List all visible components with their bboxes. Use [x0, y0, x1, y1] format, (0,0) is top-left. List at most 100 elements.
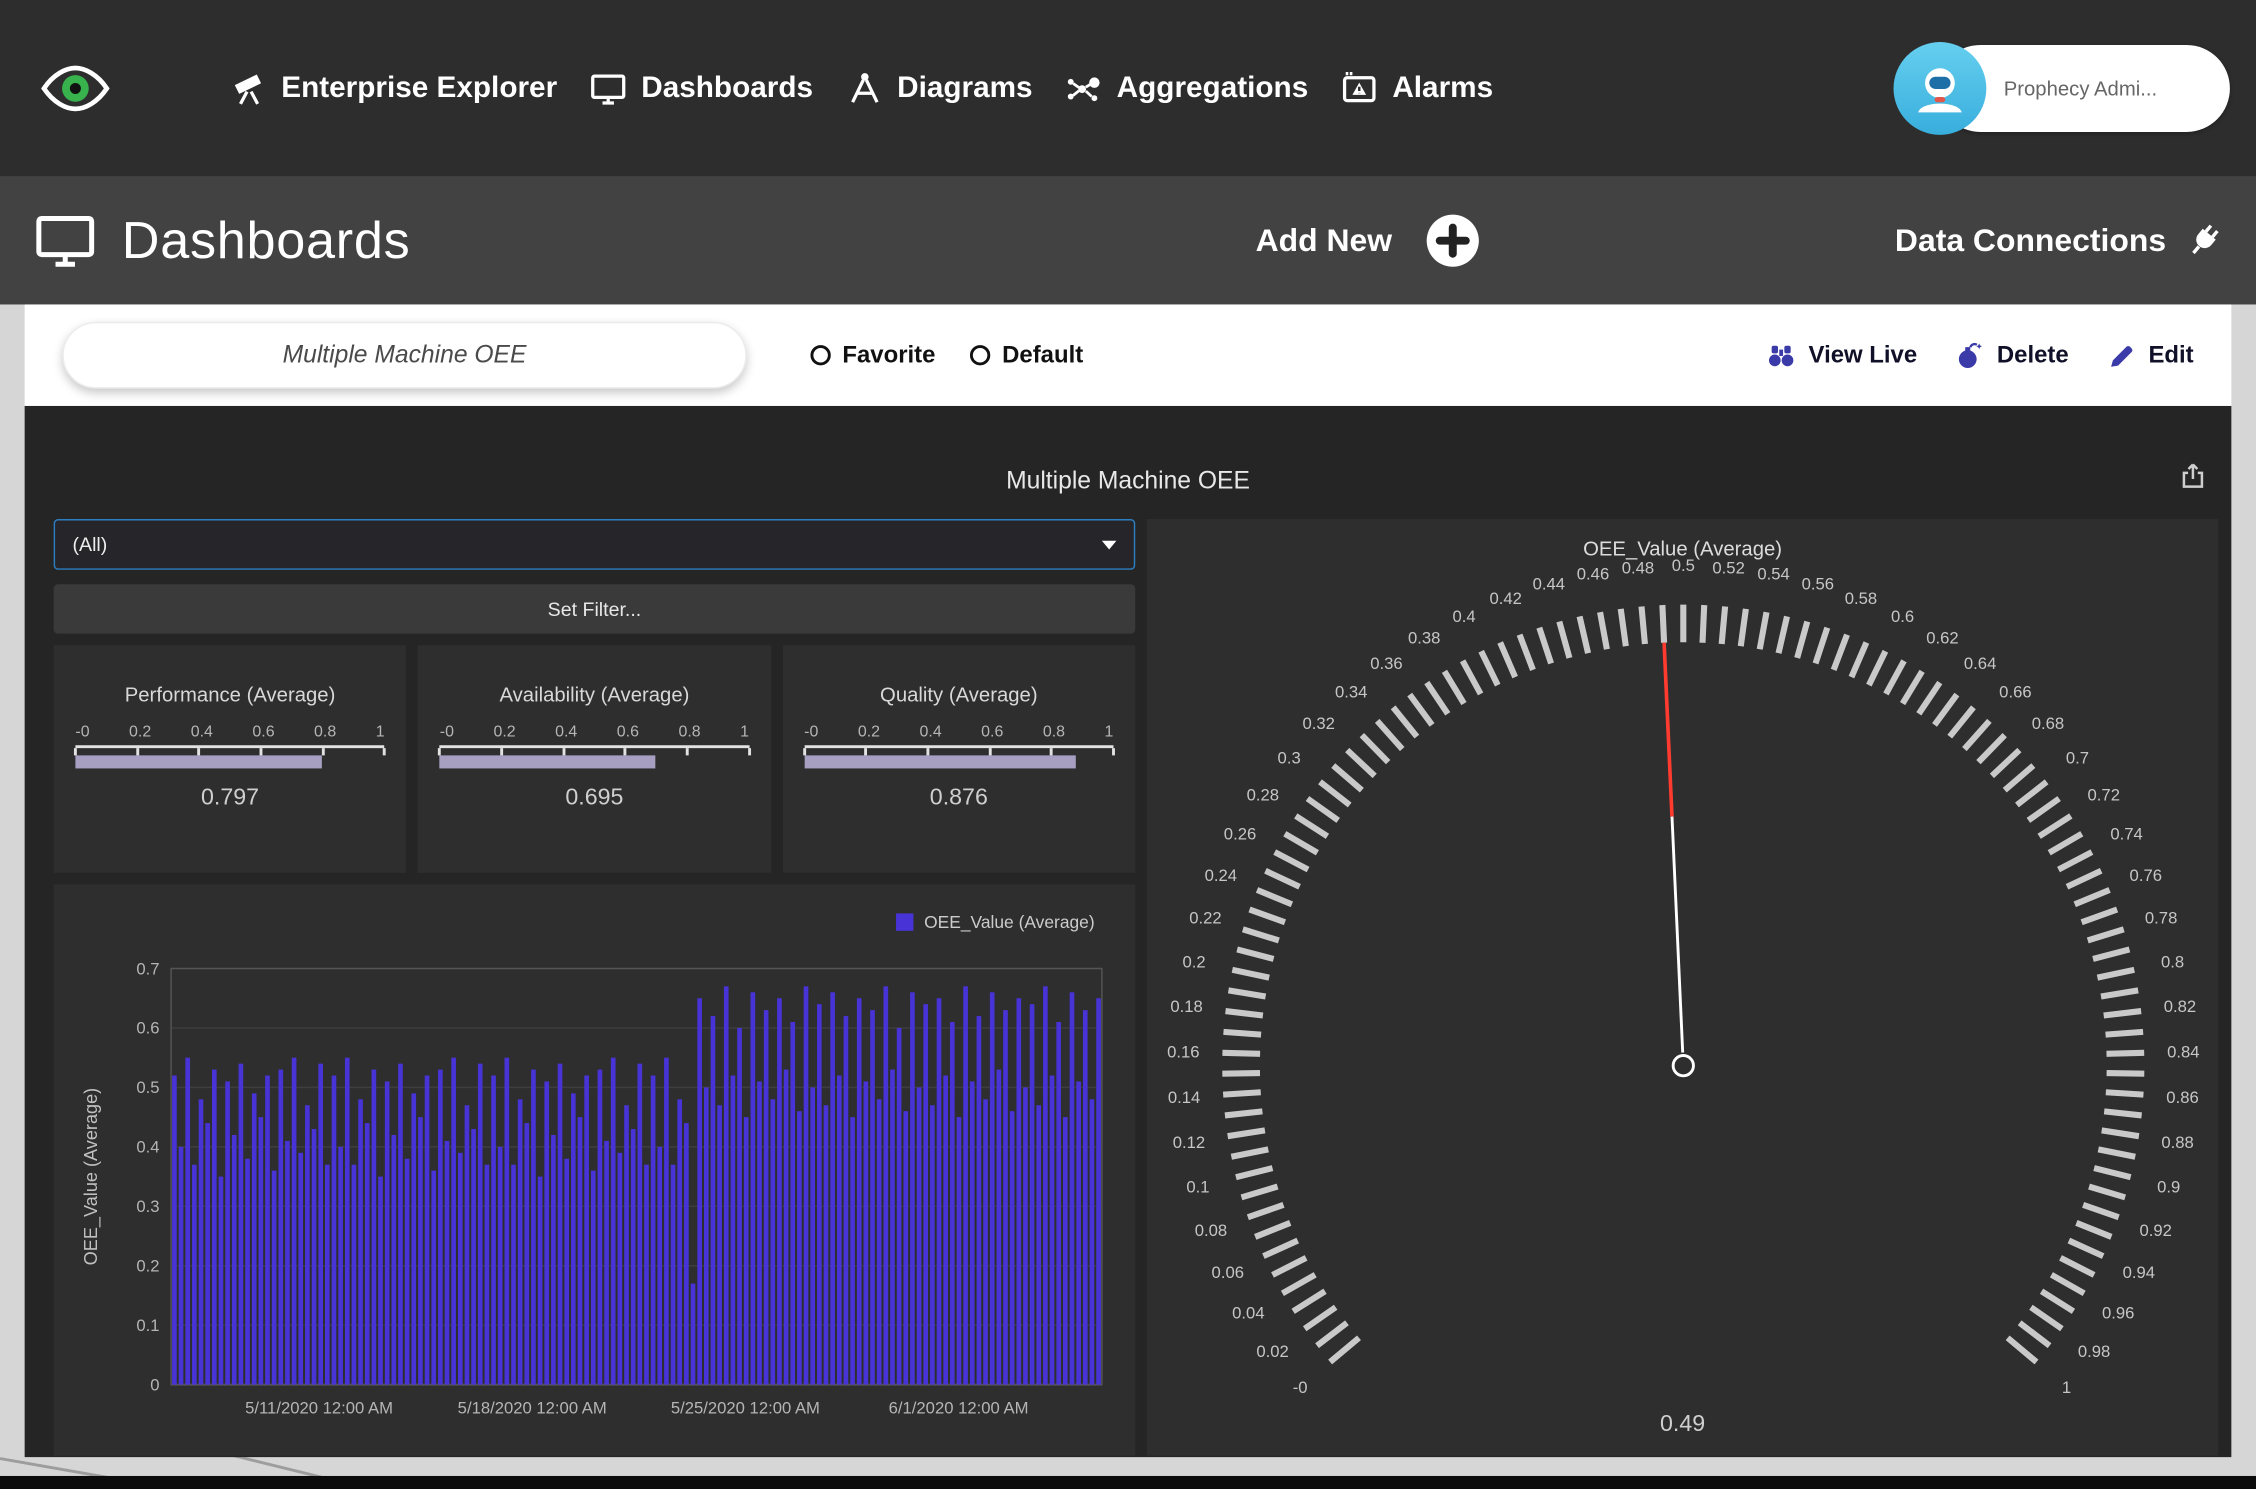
- legend-label: OEE_Value (Average): [924, 912, 1095, 932]
- monitor-icon: [589, 69, 628, 108]
- node-network-icon: [1064, 69, 1103, 108]
- export-share-icon[interactable]: [2178, 461, 2208, 491]
- radio-circle-icon: [970, 345, 990, 365]
- svg-text:0.72: 0.72: [2088, 785, 2120, 804]
- svg-text:0.28: 0.28: [1247, 785, 1279, 804]
- kpi-title: Availability (Average): [440, 683, 749, 706]
- kpi-scale-track: [804, 745, 1113, 755]
- bomb-icon: [1955, 340, 1985, 370]
- svg-text:0.7: 0.7: [2066, 748, 2089, 767]
- add-new-button[interactable]: Add New: [1256, 212, 1482, 270]
- nav-dashboards[interactable]: Dashboards: [589, 69, 813, 108]
- svg-text:0.98: 0.98: [2078, 1342, 2110, 1361]
- oee-gauge: OEE_Value (Average) -00.020.040.060.080.…: [1147, 519, 2218, 1456]
- nav-label: Alarms: [1392, 71, 1493, 106]
- plus-circle-icon: [1424, 212, 1482, 270]
- gauge-plot: -00.020.040.060.080.10.120.140.160.180.2…: [1147, 519, 2218, 1456]
- dashboard-name-input[interactable]: [62, 322, 746, 389]
- svg-text:0.36: 0.36: [1370, 654, 1402, 673]
- svg-text:0.4: 0.4: [1452, 607, 1475, 626]
- delete-button[interactable]: Delete: [1955, 340, 2069, 370]
- add-new-label: Add New: [1256, 222, 1392, 260]
- kpi-value-bar: [804, 755, 1075, 768]
- nav-label: Enterprise Explorer: [281, 71, 557, 106]
- data-connections-button[interactable]: Data Connections: [1895, 220, 2224, 261]
- svg-text:0.22: 0.22: [1189, 909, 1221, 928]
- svg-text:0.68: 0.68: [2032, 714, 2064, 733]
- svg-text:0.4: 0.4: [136, 1138, 159, 1157]
- kpi-title: Performance (Average): [75, 683, 384, 706]
- svg-text:0.14: 0.14: [1168, 1088, 1200, 1107]
- svg-text:0.54: 0.54: [1757, 564, 1789, 583]
- kpi-scale-labels: -00.20.40.60.81: [75, 723, 384, 740]
- kpi-scale-labels: -00.20.40.60.81: [804, 723, 1113, 740]
- svg-text:0.9: 0.9: [2157, 1177, 2180, 1196]
- nav-alarms[interactable]: Alarms: [1340, 69, 1493, 108]
- svg-text:0.6: 0.6: [136, 1019, 159, 1038]
- kpi-value: 0.876: [804, 786, 1113, 812]
- svg-text:OEE_Value (Average): OEE_Value (Average): [81, 1088, 102, 1266]
- default-radio[interactable]: Default: [970, 341, 1083, 369]
- svg-text:0.12: 0.12: [1173, 1133, 1205, 1152]
- svg-text:0.08: 0.08: [1195, 1221, 1227, 1240]
- pencil-icon: [2106, 340, 2136, 370]
- dashboard-title: Multiple Machine OEE: [25, 467, 2232, 496]
- avatar: [1894, 42, 1987, 135]
- svg-text:0.86: 0.86: [2166, 1088, 2198, 1107]
- view-live-label: View Live: [1809, 341, 1918, 369]
- gauge-value: 0.49: [1147, 1412, 2218, 1438]
- svg-text:0.04: 0.04: [1232, 1304, 1264, 1323]
- svg-text:0.76: 0.76: [2130, 866, 2162, 885]
- kpi-quality: Quality (Average) -00.20.40.60.81 0.876: [782, 645, 1135, 873]
- dashboard-panel: Multiple Machine OEE (All) Set Filter...…: [25, 406, 2232, 1457]
- binoculars-icon: [1767, 340, 1797, 370]
- svg-text:0.7: 0.7: [136, 959, 159, 978]
- svg-text:0.48: 0.48: [1622, 558, 1654, 577]
- svg-text:0.8: 0.8: [2161, 952, 2184, 971]
- nav-label: Dashboards: [641, 71, 813, 106]
- data-connections-label: Data Connections: [1895, 222, 2166, 260]
- svg-text:0.56: 0.56: [1802, 575, 1834, 594]
- toolbar-actions: View Live Delete Edit: [1767, 340, 2194, 370]
- dashboard-toolbar: Favorite Default View Live Delete: [25, 304, 2232, 405]
- edit-button[interactable]: Edit: [2106, 340, 2193, 370]
- nav-diagrams[interactable]: Diagrams: [845, 69, 1033, 108]
- svg-text:0.44: 0.44: [1533, 575, 1565, 594]
- svg-text:0.5: 0.5: [136, 1078, 159, 1097]
- svg-text:0.6: 0.6: [1891, 607, 1914, 626]
- nav-enterprise-explorer[interactable]: Enterprise Explorer: [229, 69, 557, 108]
- svg-text:5/18/2020 12:00 AM: 5/18/2020 12:00 AM: [458, 1399, 607, 1418]
- svg-text:0.96: 0.96: [2102, 1304, 2134, 1323]
- svg-text:0.46: 0.46: [1577, 564, 1609, 583]
- kpi-availability: Availability (Average) -00.20.40.60.81 0…: [418, 645, 771, 873]
- svg-text:0.2: 0.2: [1182, 952, 1205, 971]
- svg-text:-0: -0: [1293, 1378, 1308, 1397]
- astronaut-icon: [1908, 57, 1972, 121]
- diagram-compass-icon: [845, 69, 884, 108]
- svg-text:0.24: 0.24: [1205, 866, 1237, 885]
- radio-circle-icon: [810, 345, 830, 365]
- svg-text:0.2: 0.2: [136, 1257, 159, 1276]
- machine-filter-dropdown[interactable]: (All): [54, 519, 1136, 570]
- kpi-value-bar: [440, 755, 655, 768]
- default-label: Default: [1002, 341, 1083, 369]
- svg-text:1: 1: [2062, 1378, 2071, 1397]
- plug-icon: [2184, 220, 2225, 261]
- set-filter-button[interactable]: Set Filter...: [54, 584, 1136, 633]
- user-menu[interactable]: Prophecy Admi...: [1894, 42, 2230, 135]
- view-live-button[interactable]: View Live: [1767, 340, 1918, 370]
- chevron-down-icon: [1102, 540, 1116, 549]
- nav-label: Aggregations: [1117, 71, 1309, 106]
- app-logo[interactable]: [38, 51, 113, 126]
- svg-text:0.82: 0.82: [2164, 997, 2196, 1016]
- svg-text:0.88: 0.88: [2161, 1133, 2193, 1152]
- svg-text:0.16: 0.16: [1167, 1042, 1199, 1061]
- svg-text:0.58: 0.58: [1845, 589, 1877, 608]
- favorite-radio[interactable]: Favorite: [810, 341, 935, 369]
- nav-aggregations[interactable]: Aggregations: [1064, 69, 1308, 108]
- kpi-row: Performance (Average) -00.20.40.60.81 0.…: [54, 645, 1136, 873]
- favorite-label: Favorite: [842, 341, 935, 369]
- svg-text:0.18: 0.18: [1170, 997, 1202, 1016]
- kpi-value-bar: [75, 755, 322, 768]
- monitor-icon: [32, 207, 99, 274]
